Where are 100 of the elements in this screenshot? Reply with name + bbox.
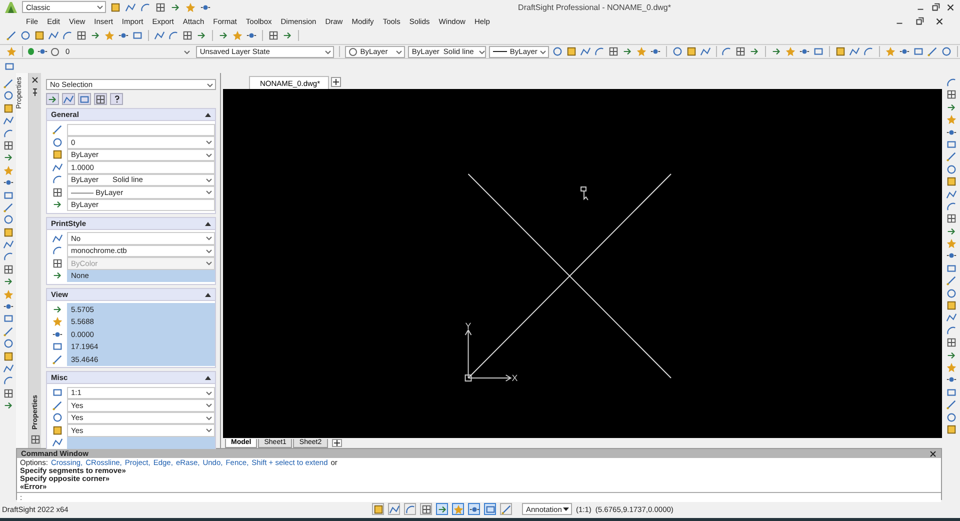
arrow-icon[interactable] — [170, 2, 181, 12]
status-toggle[interactable] — [404, 503, 416, 515]
new-sheet-button[interactable] — [332, 439, 342, 447]
status-toggle[interactable] — [420, 503, 432, 515]
polyline-icon[interactable] — [2, 115, 14, 126]
circle-icon[interactable] — [946, 412, 956, 423]
arrow-icon[interactable] — [218, 30, 229, 40]
rect-icon[interactable] — [813, 46, 824, 57]
restore-icon[interactable] — [930, 2, 941, 12]
polyline-icon[interactable] — [125, 2, 136, 12]
arc-icon[interactable] — [594, 46, 605, 57]
square-icon[interactable] — [946, 424, 956, 435]
square-icon[interactable] — [946, 176, 956, 188]
star-icon[interactable] — [185, 2, 196, 12]
arrow-icon[interactable] — [2, 276, 14, 288]
arrow-icon[interactable] — [622, 46, 633, 57]
status-toggle[interactable] — [468, 503, 480, 515]
square-icon[interactable] — [2, 102, 14, 114]
close-icon[interactable] — [934, 16, 945, 26]
polyline-icon[interactable] — [580, 46, 591, 57]
rect-icon[interactable] — [946, 262, 956, 274]
arrow-icon[interactable] — [196, 30, 207, 40]
chevron-icon[interactable] — [394, 48, 403, 56]
rect-icon[interactable] — [4, 60, 15, 72]
arc-icon[interactable] — [946, 324, 956, 336]
arc-icon[interactable] — [2, 128, 14, 139]
rect-icon[interactable] — [2, 313, 14, 324]
grid-icon[interactable] — [946, 89, 956, 100]
grid-icon[interactable] — [2, 388, 14, 399]
square-icon[interactable] — [2, 350, 14, 362]
arc-icon[interactable] — [2, 375, 14, 386]
rect-icon[interactable] — [78, 93, 91, 105]
status-toggle[interactable] — [500, 503, 512, 515]
polyline-icon[interactable] — [946, 312, 956, 324]
new-tab-button[interactable] — [331, 77, 342, 87]
line-icon[interactable] — [2, 326, 14, 337]
grid-icon[interactable] — [182, 30, 193, 40]
arc-icon[interactable] — [62, 30, 73, 40]
restore-icon[interactable] — [914, 16, 925, 26]
collapse-icon[interactable] — [205, 292, 211, 296]
polyline-icon[interactable] — [62, 93, 75, 105]
star-icon[interactable] — [785, 46, 796, 57]
property-field[interactable] — [67, 124, 215, 136]
close-icon[interactable] — [945, 2, 956, 12]
rect-icon[interactable] — [946, 138, 956, 150]
rect-icon[interactable] — [913, 46, 924, 57]
circle-icon[interactable] — [946, 164, 956, 175]
star-icon[interactable] — [946, 238, 956, 250]
grid-icon[interactable] — [2, 140, 14, 151]
polyline-icon[interactable] — [849, 46, 860, 57]
circle-icon[interactable] — [552, 46, 563, 57]
status-toggle[interactable] — [484, 503, 496, 515]
circle-icon[interactable] — [2, 90, 14, 102]
grid-icon[interactable] — [76, 30, 87, 40]
line-icon[interactable] — [2, 78, 14, 89]
grid-icon[interactable] — [2, 264, 14, 275]
pin-icon[interactable] — [31, 88, 39, 96]
arrow-icon[interactable] — [946, 350, 956, 361]
property-field[interactable] — [67, 436, 215, 449]
polyline-icon[interactable] — [946, 188, 956, 200]
polyline-icon[interactable] — [2, 362, 14, 374]
arrow-icon[interactable] — [2, 400, 14, 412]
status-toggle[interactable] — [436, 503, 448, 515]
arrow-icon[interactable] — [771, 46, 782, 57]
square-icon[interactable] — [2, 226, 14, 238]
polyline-icon[interactable] — [48, 30, 59, 40]
star-icon[interactable] — [6, 46, 17, 57]
chevron-icon[interactable] — [182, 48, 191, 56]
star-icon[interactable] — [2, 164, 14, 176]
line-icon[interactable] — [946, 151, 956, 162]
star-icon[interactable] — [232, 30, 243, 40]
line-icon[interactable] — [2, 202, 14, 213]
star-icon[interactable] — [2, 288, 14, 300]
square-icon[interactable] — [566, 46, 577, 57]
arrow-icon[interactable] — [946, 226, 956, 237]
line-icon[interactable] — [6, 30, 17, 40]
grid-icon[interactable] — [735, 46, 746, 57]
arc-icon[interactable] — [946, 77, 956, 88]
close-icon[interactable] — [929, 450, 937, 458]
arc-icon[interactable] — [2, 251, 14, 262]
circle-icon[interactable] — [941, 46, 952, 57]
layer-color-icon[interactable] — [51, 48, 59, 56]
grid-icon[interactable] — [946, 213, 956, 224]
chevron-icon[interactable] — [96, 3, 104, 11]
status-toggle[interactable] — [372, 503, 384, 515]
arrow-icon[interactable] — [282, 30, 293, 40]
star-icon[interactable] — [885, 46, 896, 57]
help-icon[interactable] — [110, 93, 123, 105]
arc-icon[interactable] — [140, 2, 151, 12]
grid-icon[interactable] — [946, 337, 956, 348]
arrow-icon[interactable] — [90, 30, 101, 40]
grid-icon[interactable] — [94, 93, 107, 105]
chevron-icon[interactable] — [206, 80, 214, 88]
star-icon[interactable] — [636, 46, 647, 57]
rect-icon[interactable] — [946, 386, 956, 398]
rect-icon[interactable] — [2, 190, 14, 201]
square-icon[interactable] — [835, 46, 846, 57]
circle-icon[interactable] — [2, 338, 14, 350]
chevron-icon[interactable] — [478, 48, 486, 56]
polyline-icon[interactable] — [2, 239, 14, 250]
